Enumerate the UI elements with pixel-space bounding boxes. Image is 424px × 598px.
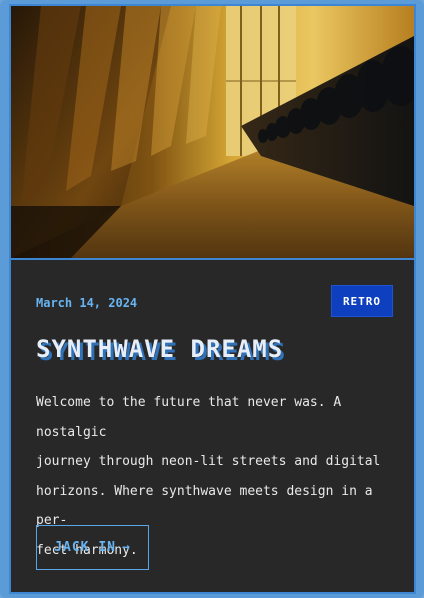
page-frame: March 14, 2024 RETRO SYNTHWAVE DREAMS We…	[0, 0, 424, 598]
hero-image	[11, 6, 414, 260]
tag-badge-retro[interactable]: RETRO	[331, 285, 393, 317]
jack-in-button[interactable]: JACK IN →	[36, 525, 149, 570]
description-line: journey through neon-lit streets and dig…	[36, 454, 381, 469]
blog-card: March 14, 2024 RETRO SYNTHWAVE DREAMS We…	[9, 4, 416, 594]
post-date: March 14, 2024	[36, 296, 138, 310]
post-title: SYNTHWAVE DREAMS	[36, 335, 284, 363]
jack-in-label: JACK IN	[54, 540, 116, 555]
description-line: Welcome to the future that never was. A …	[36, 395, 342, 440]
card-content: March 14, 2024 RETRO SYNTHWAVE DREAMS We…	[11, 260, 414, 592]
arrow-right-icon: →	[121, 540, 131, 555]
